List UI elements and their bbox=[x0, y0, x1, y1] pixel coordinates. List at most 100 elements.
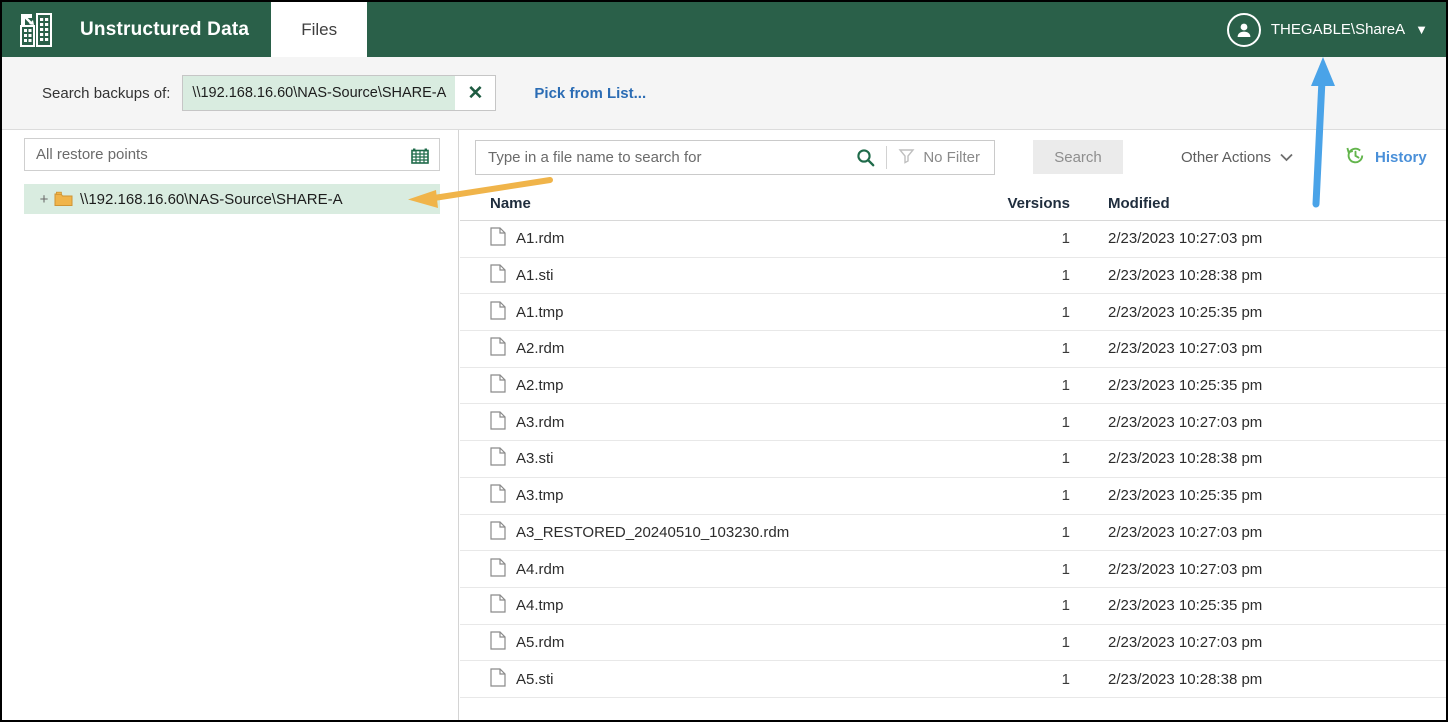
backup-path-value[interactable]: \\192.168.16.60\NAS-Source\SHARE-A bbox=[183, 76, 456, 110]
file-modified-cell: 2/23/2023 10:25:35 pm bbox=[1108, 377, 1263, 395]
file-versions-cell: 1 bbox=[1061, 450, 1070, 468]
tree-item-share-a[interactable]: + \\192.168.16.60\NAS-Source\SHARE-A bbox=[24, 184, 440, 214]
file-document-icon bbox=[490, 337, 506, 360]
file-modified-cell: 2/23/2023 10:28:38 pm bbox=[1108, 267, 1263, 285]
table-row[interactable]: A4.rdm 1 2/23/2023 10:27:03 pm bbox=[460, 551, 1446, 588]
folder-icon bbox=[54, 191, 73, 207]
file-versions-cell: 1 bbox=[1061, 267, 1070, 285]
file-name-label: A1.sti bbox=[516, 267, 554, 285]
app-title: Unstructured Data bbox=[80, 18, 250, 40]
tree-expander-plus-icon[interactable]: + bbox=[34, 191, 54, 208]
file-versions-cell: 1 bbox=[1061, 340, 1070, 358]
file-document-icon bbox=[490, 264, 506, 287]
file-versions-cell: 1 bbox=[1061, 487, 1070, 505]
chevron-down-icon bbox=[1280, 149, 1293, 166]
table-row[interactable]: A3.rdm 1 2/23/2023 10:27:03 pm bbox=[460, 404, 1446, 442]
user-avatar-icon bbox=[1226, 12, 1261, 47]
file-versions-cell: 1 bbox=[1061, 303, 1070, 321]
file-document-icon bbox=[490, 227, 506, 250]
app-logo[interactable] bbox=[2, 2, 70, 57]
search-backups-strip: Search backups of: \\192.168.16.60\NAS-S… bbox=[2, 57, 1446, 130]
search-input-placeholder[interactable]: Type in a file name to search for bbox=[476, 149, 845, 166]
file-name-cell: A3.rdm bbox=[490, 411, 995, 434]
file-name-label: A4.tmp bbox=[516, 597, 564, 615]
funnel-icon bbox=[898, 147, 915, 168]
file-versions-cell: 1 bbox=[1061, 230, 1070, 248]
file-name-label: A4.rdm bbox=[516, 560, 565, 578]
column-header-name[interactable]: Name bbox=[490, 195, 995, 212]
filter-selector[interactable]: No Filter bbox=[887, 147, 994, 168]
file-versions-cell: 1 bbox=[1061, 377, 1070, 395]
file-name-label: A2.tmp bbox=[516, 377, 564, 395]
history-label: History bbox=[1375, 148, 1427, 166]
table-row[interactable]: A2.tmp 1 2/23/2023 10:25:35 pm bbox=[460, 368, 1446, 405]
table-row[interactable]: A3.sti 1 2/23/2023 10:28:38 pm bbox=[460, 441, 1446, 478]
file-document-icon bbox=[490, 631, 506, 654]
file-name-cell: A4.tmp bbox=[490, 594, 995, 617]
table-row[interactable]: A2.rdm 1 2/23/2023 10:27:03 pm bbox=[460, 331, 1446, 368]
table-header-row: Name Versions Modified bbox=[460, 187, 1446, 221]
file-versions-cell: 1 bbox=[1061, 597, 1070, 615]
file-name-label: A5.rdm bbox=[516, 633, 565, 651]
table-row[interactable]: A1.rdm 1 2/23/2023 10:27:03 pm bbox=[460, 221, 1446, 258]
magnifier-icon[interactable] bbox=[845, 148, 886, 167]
restore-points-selector[interactable]: All restore points bbox=[24, 138, 440, 171]
table-row[interactable]: A4.tmp 1 2/23/2023 10:25:35 pm bbox=[460, 588, 1446, 625]
file-name-label: A2.rdm bbox=[516, 340, 565, 358]
table-row[interactable]: A1.sti 1 2/23/2023 10:28:38 pm bbox=[460, 258, 1446, 295]
tab-files-label: Files bbox=[301, 19, 338, 39]
file-name-cell: A3.sti bbox=[490, 447, 995, 470]
file-name-cell: A1.rdm bbox=[490, 227, 995, 250]
veeam-unstructured-data-logo-icon bbox=[20, 12, 52, 47]
table-row[interactable]: A5.sti 1 2/23/2023 10:28:38 pm bbox=[460, 661, 1446, 698]
pick-from-list-link[interactable]: Pick from List... bbox=[534, 85, 646, 102]
file-document-icon bbox=[490, 667, 506, 691]
restore-points-value: All restore points bbox=[36, 146, 148, 163]
file-modified-cell: 2/23/2023 10:27:03 pm bbox=[1108, 523, 1263, 541]
file-name-cell: A2.tmp bbox=[490, 374, 995, 397]
close-x-icon[interactable]: ✕ bbox=[455, 76, 496, 110]
filter-label: No Filter bbox=[923, 148, 980, 166]
file-search-box[interactable]: Type in a file name to search for No Fil… bbox=[475, 139, 995, 175]
file-name-label: A3_RESTORED_20240510_103230.rdm bbox=[516, 523, 790, 541]
file-name-label: A1.rdm bbox=[516, 230, 565, 248]
calendar-icon[interactable] bbox=[411, 145, 439, 165]
file-document-icon bbox=[490, 447, 506, 470]
backup-path-field[interactable]: \\192.168.16.60\NAS-Source\SHARE-A ✕ bbox=[182, 75, 497, 111]
file-name-label: A3.rdm bbox=[516, 413, 565, 431]
file-versions-cell: 1 bbox=[1061, 560, 1070, 578]
search-button[interactable]: Search bbox=[1033, 140, 1123, 174]
right-content-panel: Type in a file name to search for No Fil… bbox=[460, 130, 1446, 720]
file-name-label: A1.tmp bbox=[516, 303, 564, 321]
table-body: A1.rdm 1 2/23/2023 10:27:03 pm A1.sti 1 2/23/… bbox=[460, 221, 1446, 698]
file-name-cell: A1.tmp bbox=[490, 301, 995, 324]
other-actions-menu[interactable]: Other Actions bbox=[1181, 149, 1293, 166]
table-row[interactable]: A5.rdm 1 2/23/2023 10:27:03 pm bbox=[460, 625, 1446, 662]
history-clock-icon bbox=[1345, 145, 1366, 170]
file-document-icon bbox=[490, 557, 506, 581]
file-modified-cell: 2/23/2023 10:25:35 pm bbox=[1108, 487, 1263, 505]
history-link[interactable]: History bbox=[1345, 145, 1427, 170]
table-row[interactable]: A3_RESTORED_20240510_103230.rdm 1 2/23/202… bbox=[460, 515, 1446, 552]
file-versions-cell: 1 bbox=[1061, 633, 1070, 651]
file-versions-cell: 1 bbox=[1061, 670, 1070, 688]
table-row[interactable]: A1.tmp 1 2/23/2023 10:25:35 pm bbox=[460, 294, 1446, 332]
file-name-label: A3.sti bbox=[516, 450, 554, 468]
app-window: Unstructured Data Files THEGABLE\ShareA … bbox=[0, 0, 1448, 722]
file-name-cell: A2.rdm bbox=[490, 337, 995, 360]
file-versions-cell: 1 bbox=[1061, 523, 1070, 541]
file-table: Name Versions Modified A1.rdm 1 2/23/2023 … bbox=[460, 187, 1446, 698]
column-header-modified[interactable]: Modified bbox=[1070, 195, 1330, 212]
top-header-bar: Unstructured Data Files THEGABLE\ShareA … bbox=[2, 2, 1446, 57]
column-header-versions[interactable]: Versions bbox=[995, 195, 1070, 212]
left-tree-panel: All restore points + \\192.168.16.60\NAS… bbox=[2, 130, 459, 720]
account-name: THEGABLE\ShareA bbox=[1270, 21, 1406, 38]
file-name-cell: A4.rdm bbox=[490, 557, 995, 581]
tree-item-label: \\192.168.16.60\NAS-Source\SHARE-A bbox=[80, 190, 343, 208]
table-row[interactable]: A3.tmp 1 2/23/2023 10:25:35 pm bbox=[460, 478, 1446, 515]
file-modified-cell: 2/23/2023 10:25:35 pm bbox=[1108, 303, 1263, 321]
account-menu[interactable]: THEGABLE\ShareA ▼ bbox=[1226, 2, 1446, 57]
file-document-icon bbox=[490, 594, 506, 617]
file-document-icon bbox=[490, 411, 506, 434]
tab-files[interactable]: Files bbox=[271, 2, 368, 57]
